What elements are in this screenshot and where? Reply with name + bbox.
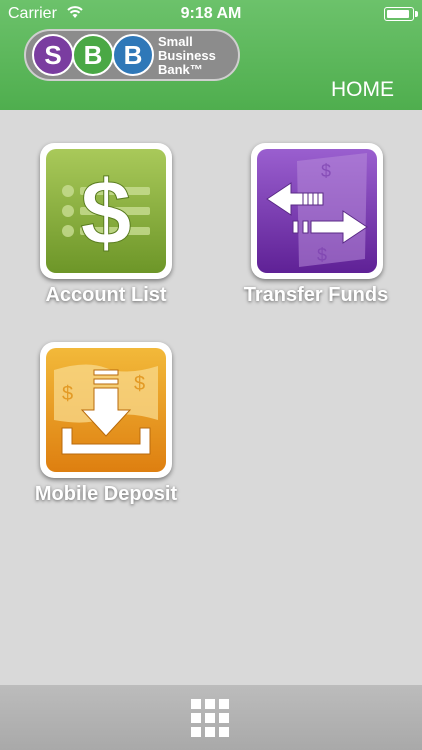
account-list-button[interactable]: $ xyxy=(40,143,172,279)
svg-text:$: $ xyxy=(321,161,331,181)
svg-text:$: $ xyxy=(134,373,145,395)
grid-cell xyxy=(191,713,201,723)
mobile-deposit-label[interactable]: Mobile Deposit xyxy=(16,483,196,506)
grid-menu-icon[interactable] xyxy=(191,699,229,737)
dollar-list-icon: $ xyxy=(46,149,166,273)
grid-cell xyxy=(205,713,215,723)
page-title: HOME xyxy=(331,78,394,101)
grid-cell xyxy=(219,699,229,709)
transfer-funds-button[interactable]: $ $ xyxy=(251,143,383,279)
grid-cell xyxy=(205,727,215,737)
status-time: 9:18 AM xyxy=(180,5,242,22)
status-bar: Carrier 9:18 AM xyxy=(0,0,422,30)
sbb-logo: S B B Small Business Bank™ xyxy=(24,29,240,81)
svg-text:$: $ xyxy=(317,245,327,265)
mobile-deposit-button[interactable]: $ $ xyxy=(40,342,172,478)
battery-icon xyxy=(384,7,418,21)
logo-letter-b1: B xyxy=(72,34,114,76)
logo-letter-b2: B xyxy=(112,34,154,76)
logo-letter-s: S xyxy=(32,34,74,76)
transfer-arrows-icon: $ $ xyxy=(257,149,377,273)
account-list-label[interactable]: Account List xyxy=(16,284,196,307)
grid-cell xyxy=(205,699,215,709)
svg-text:$: $ xyxy=(62,383,73,405)
grid-cell xyxy=(219,713,229,723)
transfer-funds-label[interactable]: Transfer Funds xyxy=(226,284,406,307)
battery-level xyxy=(387,10,409,18)
brand-line-3: Bank™ xyxy=(158,62,203,77)
deposit-download-icon: $ $ xyxy=(46,348,166,472)
logo-brand-text: Small Business Bank™ xyxy=(158,35,216,77)
grid-cell xyxy=(219,727,229,737)
brand-line-1: Small xyxy=(158,34,193,49)
brand-line-2: Business xyxy=(158,48,216,63)
grid-cell xyxy=(191,727,201,737)
app-header: Carrier 9:18 AM S B B Small Business Ban… xyxy=(0,0,422,110)
svg-text:$: $ xyxy=(80,162,131,264)
grid-cell xyxy=(191,699,201,709)
